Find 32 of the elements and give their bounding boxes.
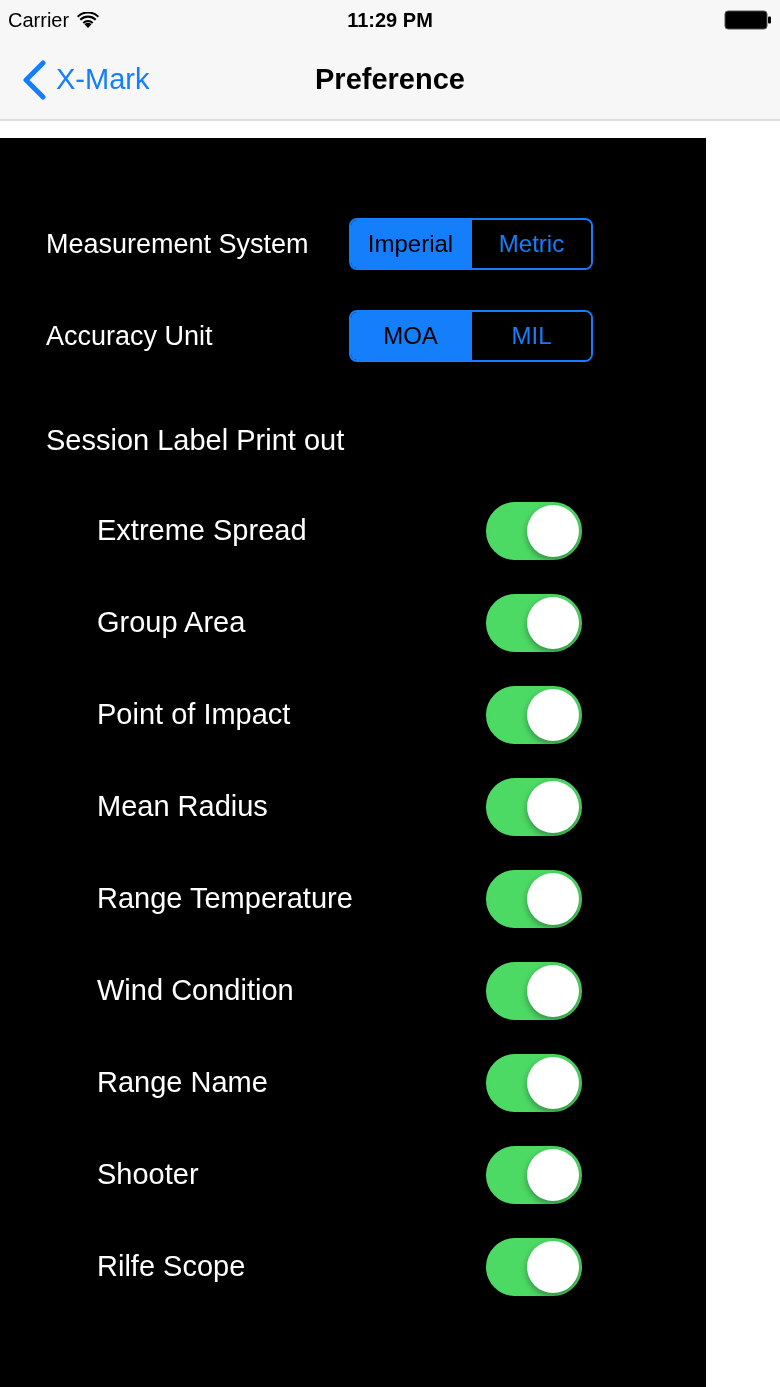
toggle-switch[interactable] xyxy=(486,778,582,836)
screen-title: Preference xyxy=(315,61,465,97)
setting-label: Accuracy Unit xyxy=(46,319,214,353)
toggle-label: Range Name xyxy=(97,1065,269,1101)
back-button[interactable]: X-Mark xyxy=(0,57,150,102)
toggle-switch[interactable] xyxy=(486,962,582,1020)
toggle-label: Range Temperature xyxy=(97,881,354,917)
toggle-switch[interactable] xyxy=(486,686,582,744)
carrier-label: Carrier xyxy=(8,8,70,33)
toggle-switch[interactable] xyxy=(486,1146,582,1204)
toggle-label: Mean Radius xyxy=(97,789,269,825)
chevron-left-icon xyxy=(22,59,46,100)
battery-icon xyxy=(724,10,772,30)
toggle-switch[interactable] xyxy=(486,1054,582,1112)
segment-option[interactable]: Metric xyxy=(470,220,591,268)
toggle-label: Rilfe Scope xyxy=(97,1249,247,1285)
wifi-icon xyxy=(77,12,100,28)
toggle-label: Extreme Spread xyxy=(97,513,308,549)
toggle-label: Wind Condition xyxy=(97,973,295,1009)
toggle-switch[interactable] xyxy=(486,870,582,928)
segment-option[interactable]: MOA xyxy=(351,312,470,360)
status-time: 11:29 PM xyxy=(347,8,433,33)
toggle-label: Group Area xyxy=(97,605,247,641)
toggle-switch[interactable] xyxy=(486,1238,582,1296)
segment-option[interactable]: MIL xyxy=(470,312,591,360)
toggle-label: Point of Impact xyxy=(97,697,292,733)
setting-label: Measurement System xyxy=(46,227,310,261)
toggle-switch[interactable] xyxy=(486,594,582,652)
toggle-label: Shooter xyxy=(97,1157,200,1193)
segment-option[interactable]: Imperial xyxy=(351,220,470,268)
section-title: Session Label Print out xyxy=(45,423,346,458)
toggle-switch[interactable] xyxy=(486,502,582,560)
